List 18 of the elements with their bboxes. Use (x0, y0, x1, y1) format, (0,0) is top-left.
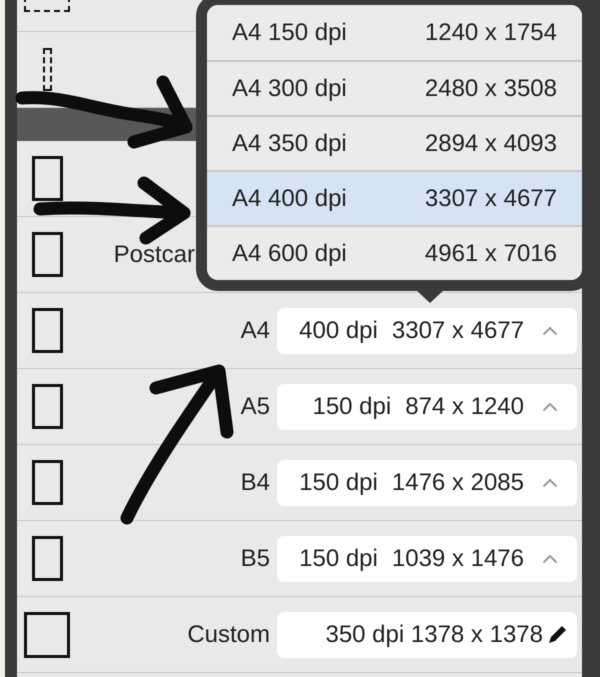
caret-up-icon (542, 402, 558, 412)
resolution-dropdown[interactable]: 150 dpi 874 x 1240 (277, 384, 577, 430)
dropdown-option[interactable]: A4 600 dpi 4961 x 7016 (207, 225, 582, 280)
paper-size-label: B4 (240, 468, 270, 496)
paper-size-label: B5 (240, 544, 270, 572)
caret-up-icon (542, 326, 558, 336)
paper-size-label: Postcar (114, 240, 195, 268)
resolution-dropdown[interactable]: 400 dpi 3307 x 4677 (277, 308, 577, 354)
paper-size-label: A4 (240, 316, 270, 344)
resolution-dropdown[interactable]: 150 dpi 1039 x 1476 (277, 536, 577, 582)
resolution-dropdown[interactable]: 150 dpi 1476 x 2085 (277, 460, 577, 506)
pencil-icon (547, 624, 567, 644)
paper-size-label: A5 (240, 392, 270, 420)
caret-up-icon (542, 554, 558, 564)
paper-size-label: Custom (187, 620, 270, 648)
dropdown-option[interactable]: A4 400 dpi 3307 x 4677 (207, 170, 582, 225)
caret-up-icon (542, 478, 558, 488)
custom-size-field[interactable]: 350 dpi 1378 x 1378 (277, 612, 577, 658)
